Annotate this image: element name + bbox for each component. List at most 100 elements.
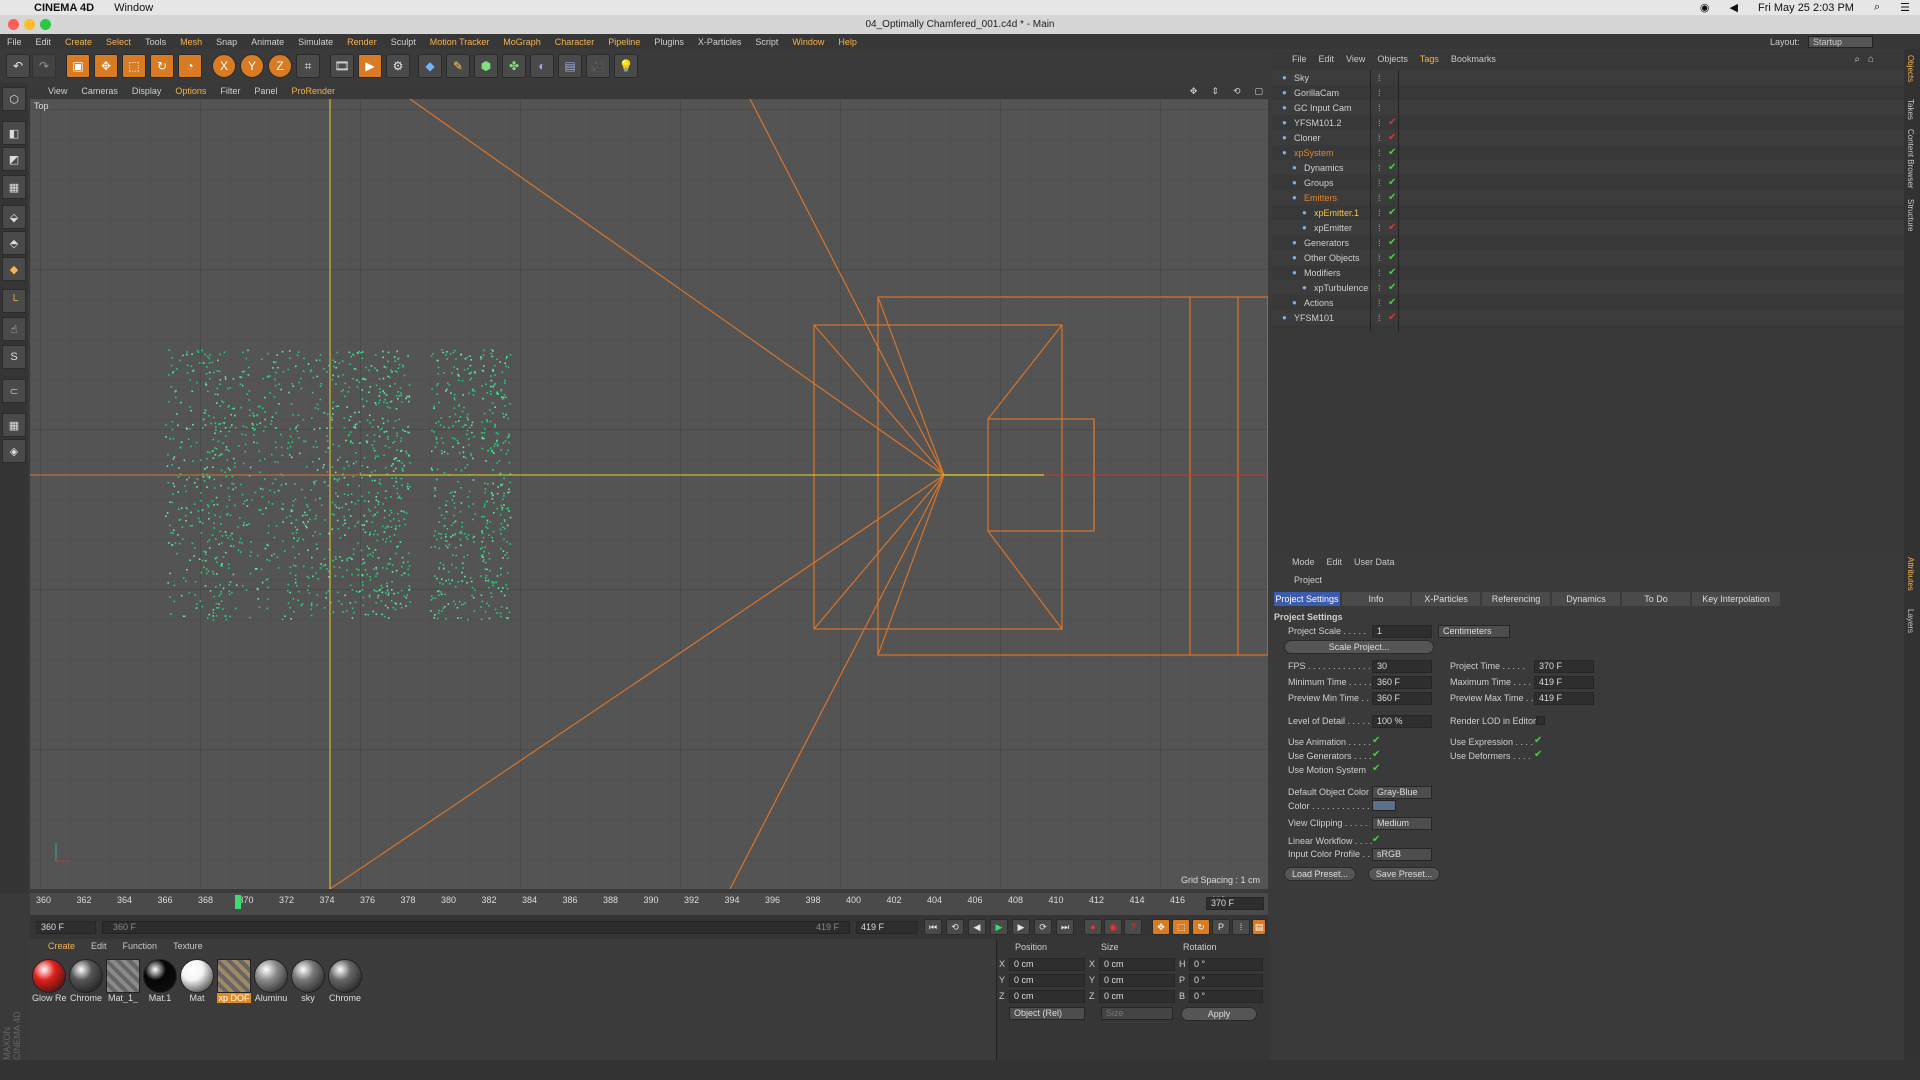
deformer-icon[interactable]: ◐	[530, 54, 554, 78]
window-menu[interactable]: Window	[104, 2, 163, 14]
tab-layers[interactable]: Layers	[1906, 609, 1915, 633]
object-row[interactable]: ● xpEmitter.1 ⁞ ✔	[1272, 205, 1904, 220]
render-picture-viewer-icon[interactable]: ▶	[358, 54, 382, 78]
material-ball-icon[interactable]	[217, 959, 251, 993]
object-row[interactable]: ● xpSystem ⁞ ✔	[1272, 145, 1904, 160]
visibility-dots[interactable]: ⁞	[1378, 73, 1381, 83]
pen-icon[interactable]: ✎	[446, 54, 470, 78]
object-row[interactable]: ● xpTurbulence ⁞ ✔	[1272, 280, 1904, 295]
menu-x-particles[interactable]: X-Particles	[691, 37, 749, 47]
lod-field[interactable]: 100 %	[1372, 715, 1432, 728]
save-preset-button[interactable]: Save Preset...	[1368, 867, 1440, 881]
object-manager-home-icon[interactable]: ⌂	[1868, 54, 1874, 65]
time-field[interactable]: 360 F	[1372, 692, 1432, 705]
solo-icon[interactable]: S	[2, 345, 26, 369]
z-axis-lock-icon[interactable]: Z	[268, 54, 292, 78]
material-swatch[interactable]: Mat.1	[143, 959, 177, 1007]
viewport-menu-display[interactable]: Display	[125, 86, 169, 96]
key-rotation-icon[interactable]: ↻	[1192, 919, 1210, 935]
tab-structure[interactable]: Structure	[1906, 199, 1915, 231]
size-mode-dropdown[interactable]: Size	[1101, 1007, 1173, 1020]
visibility-dots[interactable]: ⁞	[1378, 193, 1381, 203]
viewport-menu-filter[interactable]: Filter	[213, 86, 247, 96]
menu-create[interactable]: Create	[58, 37, 99, 47]
color-swatch[interactable]	[1372, 800, 1396, 811]
attr-tab[interactable]: Project Settings	[1274, 592, 1340, 606]
go-to-end-icon[interactable]: ⏭	[1056, 919, 1074, 935]
obj-menu-bookmarks[interactable]: Bookmarks	[1445, 54, 1502, 68]
enabled-toggle[interactable]: ✔	[1388, 297, 1396, 308]
use-option-checkbox[interactable]: ✔	[1372, 763, 1380, 774]
project-scale-field[interactable]: 1	[1372, 625, 1432, 638]
attr-tab[interactable]: Info	[1342, 592, 1410, 606]
object-row[interactable]: ● xpEmitter ⁞ ✔	[1272, 220, 1904, 235]
edges-mode-icon[interactable]: ⬘	[2, 231, 26, 255]
default-color-dropdown[interactable]: Gray-Blue	[1372, 786, 1432, 799]
material-ball-icon[interactable]	[32, 959, 66, 993]
redo-icon[interactable]: ↷	[32, 54, 56, 78]
menu-motion-tracker[interactable]: Motion Tracker	[423, 37, 497, 47]
material-swatch[interactable]: xp DOF	[217, 959, 251, 1007]
light-icon[interactable]: 💡	[614, 54, 638, 78]
attr-tab[interactable]: X-Particles	[1412, 592, 1480, 606]
time-field[interactable]: 419 F	[1534, 676, 1594, 689]
material-swatch[interactable]: Mat_1_	[106, 959, 140, 1007]
recent-tool-icon[interactable]: ◔	[178, 54, 202, 78]
menu-file[interactable]: File	[0, 37, 29, 47]
object-row[interactable]: ● Other Objects ⁞ ✔	[1272, 250, 1904, 265]
select-tool-icon[interactable]: ▣	[66, 54, 90, 78]
menu-edit[interactable]: Edit	[29, 37, 59, 47]
prev-frame-icon[interactable]: ◀	[968, 919, 986, 935]
viewport-menu-options[interactable]: Options	[168, 86, 213, 96]
view-clipping-dropdown[interactable]: Medium	[1372, 817, 1432, 830]
material-ball-icon[interactable]	[328, 959, 362, 993]
material-swatch[interactable]: sky	[291, 959, 325, 1007]
range-slider[interactable]: 360 F 419 F	[102, 921, 850, 934]
enabled-toggle[interactable]: ✔	[1388, 117, 1396, 128]
y-axis-lock-icon[interactable]: Y	[240, 54, 264, 78]
move-tool-icon[interactable]: ✥	[94, 54, 118, 78]
x-axis-lock-icon[interactable]: X	[212, 54, 236, 78]
visibility-dots[interactable]: ⁞	[1378, 223, 1381, 233]
obj-menu-tags[interactable]: Tags	[1414, 54, 1445, 68]
points-mode-icon[interactable]: ⬙	[2, 205, 26, 229]
layout-dropdown[interactable]: Startup	[1808, 36, 1874, 48]
visibility-dots[interactable]: ⁞	[1378, 178, 1381, 188]
tab-objects[interactable]: Objects	[1906, 55, 1915, 82]
menu-mograph[interactable]: MoGraph	[496, 37, 548, 47]
object-row[interactable]: ● Modifiers ⁞ ✔	[1272, 265, 1904, 280]
menu-snap[interactable]: Snap	[209, 37, 244, 47]
object-row[interactable]: ● Actions ⁞ ✔	[1272, 295, 1904, 310]
key-scale-icon[interactable]: ⬚	[1172, 919, 1190, 935]
size-field[interactable]: 0 cm	[1099, 990, 1175, 1003]
enabled-toggle[interactable]: ✔	[1388, 237, 1396, 248]
menu-sculpt[interactable]: Sculpt	[384, 37, 423, 47]
axis-mode-icon[interactable]: └	[2, 289, 26, 313]
visibility-dots[interactable]: ⁞	[1378, 148, 1381, 158]
rotate-tool-icon[interactable]: ↻	[150, 54, 174, 78]
render-settings-icon[interactable]: ⚙	[386, 54, 410, 78]
coord-mode-dropdown[interactable]: Object (Rel)	[1009, 1007, 1085, 1020]
enabled-toggle[interactable]: ✔	[1388, 252, 1396, 263]
material-menu-function[interactable]: Function	[115, 941, 166, 955]
wifi-icon[interactable]: ◉	[1690, 1, 1720, 14]
attr-menu-mode[interactable]: Mode	[1272, 557, 1321, 571]
clock[interactable]: Fri May 25 2:03 PM	[1748, 2, 1864, 14]
material-menu-create[interactable]: Create	[28, 941, 83, 955]
material-swatch[interactable]: Glow Re	[32, 959, 66, 1007]
visibility-dots[interactable]: ⁞	[1378, 163, 1381, 173]
tweak-icon[interactable]: ☝	[2, 317, 26, 341]
visibility-dots[interactable]: ⁞	[1378, 298, 1381, 308]
size-field[interactable]: 0 cm	[1099, 974, 1175, 987]
key-pla-icon[interactable]: ⁞	[1232, 919, 1250, 935]
linear-workflow-checkbox[interactable]: ✔	[1372, 834, 1380, 845]
enabled-toggle[interactable]: ✔	[1388, 222, 1396, 233]
camera-icon[interactable]: 🎥	[586, 54, 610, 78]
use-option-checkbox[interactable]: ✔	[1372, 749, 1380, 760]
rotation-field[interactable]: 0 °	[1189, 990, 1263, 1003]
viewport-menu-prorender[interactable]: ProRender	[284, 86, 342, 96]
record-icon[interactable]: ●	[1084, 919, 1102, 935]
enabled-toggle[interactable]: ✔	[1388, 192, 1396, 203]
time-field[interactable]: 30	[1372, 660, 1432, 673]
object-row[interactable]: ● GorillaCam ⁞	[1272, 85, 1904, 100]
